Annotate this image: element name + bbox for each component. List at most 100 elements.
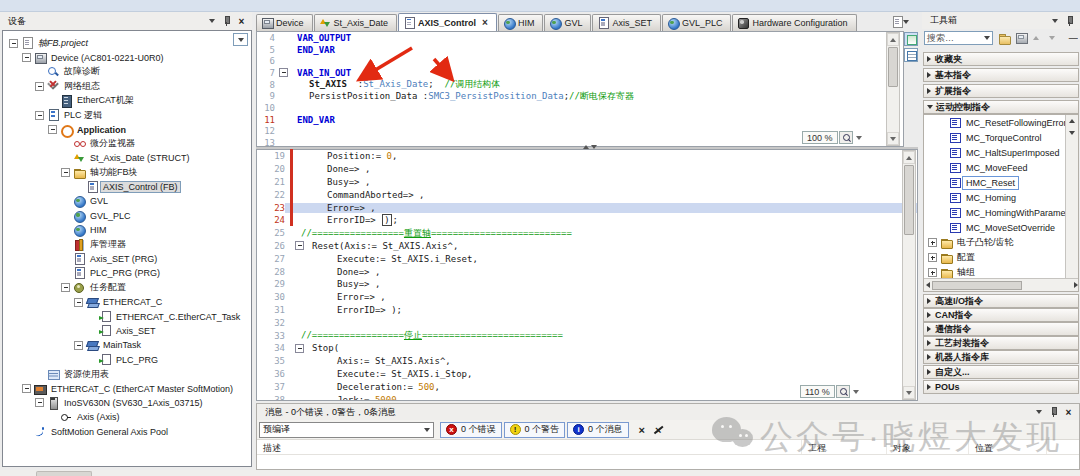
- editor-tab-axis-set[interactable]: Axis_SET: [592, 14, 661, 31]
- expand-toggle-icon[interactable]: [48, 125, 57, 134]
- implementation-scrollbar[interactable]: [902, 150, 916, 400]
- toolbox-section-collapsed[interactable]: 基本指令: [923, 68, 1079, 82]
- tree-item[interactable]: GVL: [3, 194, 251, 208]
- tree-item[interactable]: SoftMotion General Axis Pool: [3, 425, 251, 439]
- expand-toggle-icon[interactable]: [22, 53, 31, 62]
- devices-close-icon[interactable]: ×: [235, 15, 248, 27]
- textual-view-button[interactable]: [904, 32, 918, 46]
- toolbox-item[interactable]: MC_ResetFollowingError: [924, 115, 1078, 130]
- toolbox-section-collapsed[interactable]: CAN指令: [923, 308, 1079, 322]
- tree-item[interactable]: 任务配置: [3, 281, 251, 295]
- editor-tab-gvl-plc[interactable]: GVL_PLC: [662, 14, 732, 31]
- tab-close-icon[interactable]: ×: [482, 18, 488, 27]
- tree-item[interactable]: ETHERCAT_C: [3, 295, 251, 309]
- toolbox-section-collapsed[interactable]: 通信指令: [923, 322, 1079, 336]
- toolbox-pin-icon[interactable]: [1063, 15, 1076, 27]
- tree-item[interactable]: ETHERCAT_C.EtherCAT_Task: [3, 309, 251, 323]
- editor-tab-hardware-configuration[interactable]: Hardware Configuration: [732, 14, 856, 31]
- tree-item[interactable]: MainTask: [3, 338, 251, 352]
- fold-toggle-icon[interactable]: [295, 241, 304, 250]
- message-filter-info-button[interactable]: i0 个消息: [567, 422, 629, 438]
- tree-item[interactable]: Axis_SET (PRG): [3, 252, 251, 266]
- expand-toggle-icon[interactable]: [928, 268, 937, 277]
- expand-toggle-icon[interactable]: [35, 82, 44, 91]
- editor-tab-gvl[interactable]: GVL: [544, 14, 591, 31]
- implementation-editor[interactable]: 19Position:= 0,20Done=> ,21Busy=> ,22Com…: [256, 149, 918, 401]
- tree-item[interactable]: AXIS_Control (FB): [3, 180, 251, 194]
- tree-item[interactable]: HIM: [3, 223, 251, 237]
- column-header-2[interactable]: 对象: [887, 440, 969, 454]
- editor-tab-axis-control[interactable]: AXIS_Control×: [398, 13, 497, 31]
- toolbox-item[interactable]: HMC_Reset: [924, 175, 1078, 190]
- messages-pin-icon[interactable]: [1047, 406, 1060, 418]
- column-header-3[interactable]: 位置: [969, 440, 1047, 454]
- tree-item[interactable]: 轴FB.project: [3, 36, 251, 50]
- toolbox-vertical-scrollbar[interactable]: [1065, 115, 1078, 278]
- expand-toggle-icon[interactable]: [74, 341, 83, 350]
- editor-tab-him[interactable]: HIM: [498, 14, 544, 31]
- tree-item[interactable]: Axis_SET: [3, 324, 251, 338]
- toolbox-item[interactable]: MC_HaltSuperImposed: [924, 145, 1078, 160]
- clear-messages-icon[interactable]: ×: [639, 424, 645, 436]
- expand-toggle-icon[interactable]: [35, 111, 44, 120]
- tree-item[interactable]: EtherCAT机架: [3, 94, 251, 108]
- declaration-zoom-control[interactable]: 100 %: [802, 131, 862, 144]
- tree-item[interactable]: PLC_PRG (PRG): [3, 266, 251, 280]
- fold-toggle-icon[interactable]: [295, 344, 304, 353]
- toolbox-item[interactable]: MC_HomingWithParameter: [924, 205, 1078, 220]
- message-filter-warn-button[interactable]: !0 个警告: [504, 422, 566, 438]
- editor-tab-st-axis-date[interactable]: St_Axis_Date: [314, 14, 398, 31]
- tree-item[interactable]: Application: [3, 122, 251, 136]
- tree-item[interactable]: Device (AC801-0221-U0R0): [3, 50, 251, 64]
- tree-item[interactable]: 故障诊断: [3, 65, 251, 79]
- tree-item[interactable]: PLC 逻辑: [3, 108, 251, 122]
- editor-tab-device[interactable]: Device: [256, 14, 313, 31]
- implementation-zoom-control[interactable]: 110 %: [800, 385, 859, 398]
- toolbox-item[interactable]: 电子凸轮/齿轮: [924, 235, 1078, 250]
- column-header-0[interactable]: 描述: [257, 440, 802, 454]
- expand-toggle-icon[interactable]: [928, 253, 937, 262]
- message-filter-combo[interactable]: 预编译: [259, 422, 434, 438]
- toolbox-section-collapsed[interactable]: POUs: [923, 380, 1079, 394]
- tree-item[interactable]: 资源使用表: [3, 367, 251, 381]
- declaration-scrollbar[interactable]: [886, 32, 900, 146]
- toolbox-section-expanded[interactable]: 运动控制指令: [923, 100, 1079, 114]
- toolbox-item[interactable]: MC_TorqueControl: [924, 130, 1078, 145]
- tree-item[interactable]: ETHERCAT_C (EtherCAT Master SoftMotion): [3, 381, 251, 395]
- toolbox-section-collapsed[interactable]: 自定义...: [923, 365, 1079, 379]
- tree-item[interactable]: 微分监视器: [3, 137, 251, 151]
- tree-item[interactable]: Axis (Axis): [3, 410, 251, 424]
- tab-list-button[interactable]: [888, 14, 920, 30]
- devices-pin-icon[interactable]: [220, 15, 233, 27]
- message-filter-err-button[interactable]: x0 个错误: [440, 422, 502, 438]
- toolbox-section-collapsed[interactable]: 高速I/O指令: [923, 294, 1079, 308]
- expand-toggle-icon[interactable]: [35, 398, 44, 407]
- toolbox-dropdown-icon[interactable]: [1048, 15, 1061, 27]
- tree-item[interactable]: 库管理器: [3, 237, 251, 251]
- tree-item[interactable]: 轴功能FB块: [3, 166, 251, 180]
- toolbox-newfolder-icon[interactable]: [1012, 31, 1027, 45]
- toolbox-section-collapsed[interactable]: 机器人指令库: [923, 350, 1079, 364]
- tree-item[interactable]: GVL_PLC: [3, 209, 251, 223]
- fold-toggle-icon[interactable]: [279, 68, 288, 77]
- column-header-1[interactable]: 工程: [802, 440, 887, 454]
- clear-all-messages-icon[interactable]: ×: [655, 424, 661, 436]
- tree-item[interactable]: PLC_PRG: [3, 353, 251, 367]
- tabular-view-button[interactable]: [904, 48, 918, 62]
- toolbox-item[interactable]: 配置: [924, 250, 1078, 265]
- toolbox-horizontal-scrollbar[interactable]: [924, 278, 1079, 291]
- expand-toggle-icon[interactable]: [928, 238, 937, 247]
- devices-dropdown-icon[interactable]: [205, 15, 218, 27]
- toolbox-section-collapsed[interactable]: 扩展指令: [923, 84, 1079, 98]
- toolbox-item[interactable]: MC_Homing: [924, 190, 1078, 205]
- toolbox-search-input[interactable]: 搜索…: [924, 31, 993, 45]
- toolbox-item[interactable]: MC_MoveFeed: [924, 160, 1078, 175]
- toolbox-movedown-icon[interactable]: [1045, 31, 1059, 45]
- toolbox-section-collapsed[interactable]: 工艺封装指令: [923, 336, 1079, 350]
- expand-toggle-icon[interactable]: [74, 298, 83, 307]
- expand-toggle-icon[interactable]: [61, 283, 70, 292]
- tree-item[interactable]: 网络组态: [3, 79, 251, 93]
- tree-item[interactable]: St_Axis_Date (STRUCT): [3, 151, 251, 165]
- toolbox-moveup-icon[interactable]: [1029, 31, 1043, 45]
- messages-dropdown-icon[interactable]: [1032, 406, 1045, 418]
